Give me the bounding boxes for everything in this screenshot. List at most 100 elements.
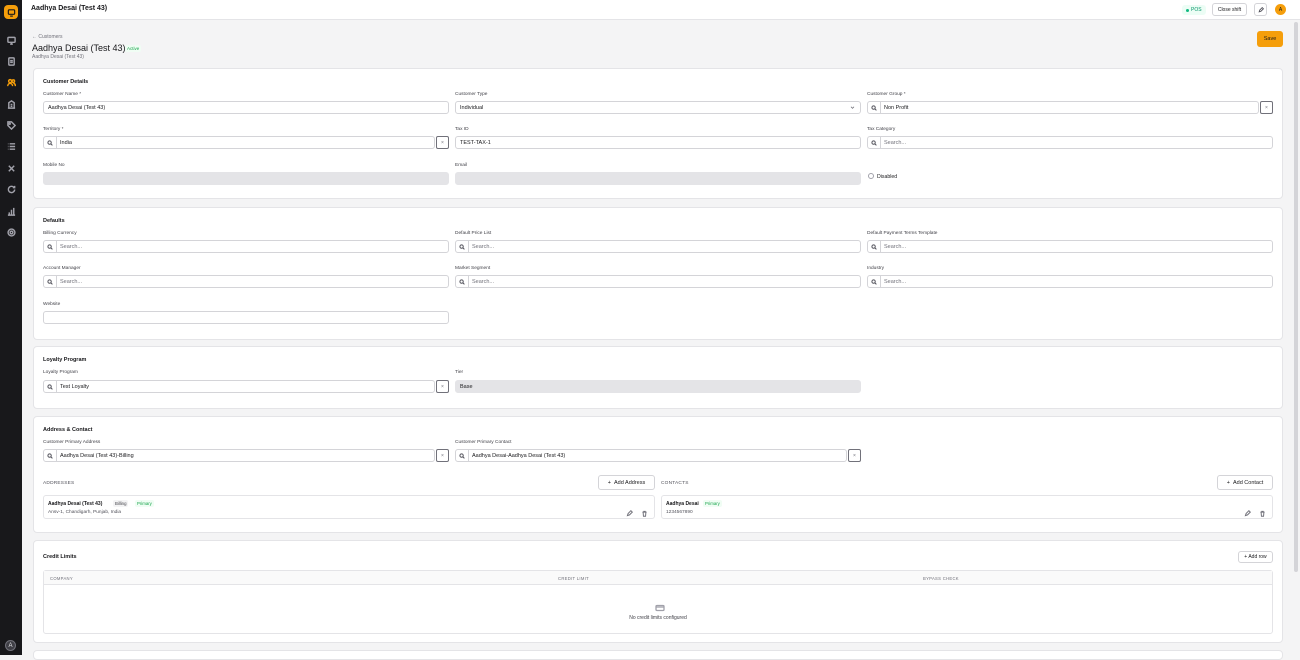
status-dot-icon [1186,8,1189,12]
market-segment-label: Market Segment [455,266,491,271]
next-card [33,650,1283,660]
edit-button[interactable] [1254,3,1267,16]
pencil-icon [1257,6,1264,13]
website-field[interactable] [43,311,449,324]
refresh-icon[interactable] [5,183,17,195]
account-manager-label: Account Manager [43,266,81,271]
bar-chart-icon[interactable] [5,205,17,217]
default-price-list-label: Default Price List [455,231,492,236]
column-bypass-check: BYPASS CHECK [923,576,959,581]
building-icon[interactable] [5,98,17,110]
primary-contact-value: Aadhya Desai-Aadhya Desai (Test 43) [472,452,566,459]
column-company: COMPANY [50,576,73,581]
loyalty-program-value: Test Loyalty [60,383,90,390]
mobile-label: Mobile No [43,163,65,168]
scrollbar[interactable] [1294,22,1298,572]
customer-type-value: Individual [460,104,484,111]
add-address-button[interactable]: + Add Address [598,475,655,490]
add-row-button[interactable]: + Add row [1238,551,1273,563]
address-card[interactable]: Aadhya Desai (Test 43) Billing Primary A… [43,495,655,519]
app-logo-icon[interactable] [4,5,18,19]
users-icon[interactable] [5,76,17,88]
sidebar-avatar[interactable]: A [5,640,16,651]
email-label: Email [455,163,467,168]
tax-id-label: Tax ID [455,127,469,132]
chevron-down-icon [850,105,855,110]
market-segment-placeholder: Search... [472,278,495,285]
search-icon [44,276,57,287]
page-subtitle: Aadhya Desai (Test 43) [32,54,84,60]
website-label: Website [43,302,61,307]
clear-primary-contact-button[interactable]: × [848,449,861,462]
account-manager-field[interactable]: Search... [43,275,449,288]
email-field[interactable] [455,172,861,185]
monitor-icon[interactable] [5,34,17,46]
tax-category-placeholder: Search... [884,139,907,146]
empty-state-icon [655,600,665,612]
customer-group-label: Customer Group * [867,92,906,97]
customer-group-field[interactable]: Non Profit [867,101,1259,114]
customer-type-select[interactable]: Individual [455,101,861,114]
tax-category-field[interactable]: Search... [867,136,1273,149]
customer-name-label: Customer Name * [43,92,82,97]
search-icon [868,137,881,148]
plus-icon: + [1226,479,1230,486]
address-line: Ansv-1, Chandigarh, Punjab, India [48,510,122,515]
close-shift-button[interactable]: Close shift [1212,3,1247,16]
clear-customer-group-button[interactable]: × [1260,101,1273,114]
address-type-badge: Billing [113,500,129,507]
list-icon[interactable] [5,140,17,152]
user-avatar[interactable]: A [1275,4,1286,15]
primary-address-field[interactable]: Aadhya Desai (Test 43)-Billing [43,449,435,462]
tax-id-field[interactable]: TEST-TAX-1 [455,136,861,149]
tag-icon[interactable] [5,119,17,131]
document-icon[interactable] [5,55,17,67]
settings-icon[interactable] [5,226,17,238]
edit-icon[interactable] [626,504,633,517]
section-title: Address & Contact [43,427,93,433]
tools-icon[interactable] [5,162,17,174]
primary-contact-field[interactable]: Aadhya Desai-Aadhya Desai (Test 43) [455,449,847,462]
add-contact-button[interactable]: + Add Contact [1217,475,1273,490]
market-segment-field[interactable]: Search... [455,275,861,288]
save-button[interactable]: Save [1257,31,1283,47]
payment-terms-field[interactable]: Search... [867,240,1273,253]
clear-primary-address-button[interactable]: × [436,449,449,462]
loyalty-program-card: Loyalty Program Loyalty Program Test Loy… [33,346,1283,409]
window-title: Aadhya Desai (Test 43) [31,5,108,12]
default-price-list-field[interactable]: Search... [455,240,861,253]
breadcrumb[interactable]: ← Customers [32,34,63,40]
address-contact-card: Address & Contact Customer Primary Addre… [33,416,1283,533]
section-title: Defaults [43,218,65,224]
trash-icon[interactable] [1259,504,1266,517]
contacts-heading: CONTACTS [661,481,689,486]
page-title: Aadhya Desai (Test 43) [32,43,126,53]
credit-limits-table: COMPANY CREDIT LIMIT BYPASS CHECK No cre… [43,570,1273,634]
pos-label: POS [1191,7,1202,13]
section-title: Credit Limits [43,554,77,560]
clear-territory-button[interactable]: × [436,136,449,149]
contact-card[interactable]: Aadhya Desai Primary 1234567890 [661,495,1273,519]
tax-category-label: Tax Category [867,127,896,132]
disabled-checkbox[interactable] [868,173,874,179]
customer-name-field[interactable]: Aadhya Desai (Test 43) [43,101,449,114]
trash-icon[interactable] [641,504,648,517]
edit-icon[interactable] [1244,504,1251,517]
payment-terms-placeholder: Search... [884,243,907,250]
territory-value: India [60,139,72,146]
mobile-field[interactable] [43,172,449,185]
industry-field[interactable]: Search... [867,275,1273,288]
loyalty-program-field[interactable]: Test Loyalty [43,380,435,393]
search-icon [456,450,469,461]
tier-field[interactable]: Base [455,380,861,393]
industry-placeholder: Search... [884,278,907,285]
pos-status-badge: POS [1182,5,1206,15]
clear-loyalty-program-button[interactable]: × [436,380,449,393]
primary-address-value: Aadhya Desai (Test 43)-Billing [60,452,134,459]
billing-currency-field[interactable]: Search... [43,240,449,253]
search-icon [868,241,881,252]
search-icon [44,450,57,461]
territory-field[interactable]: India [43,136,435,149]
search-icon [456,241,469,252]
addresses-heading: ADDRESSES [43,481,75,486]
